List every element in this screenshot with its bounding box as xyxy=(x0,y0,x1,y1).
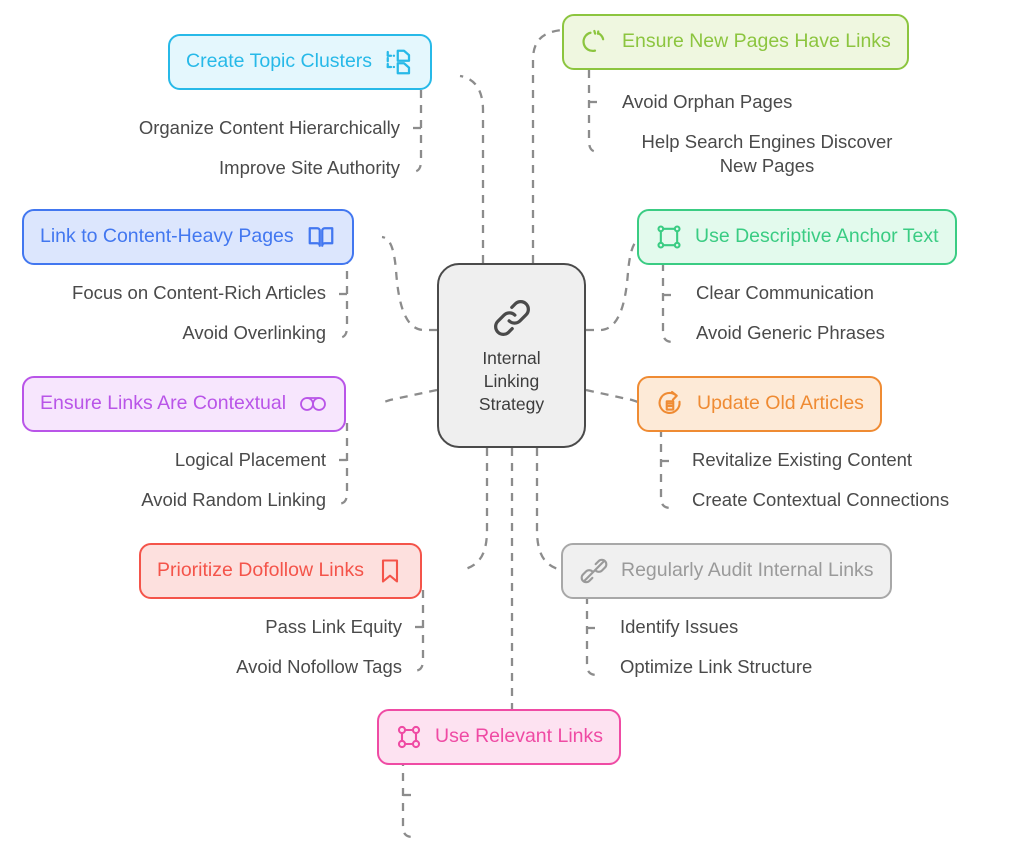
link-chain-icon xyxy=(489,295,535,341)
sub-label-improve-authority: Improve Site Authority xyxy=(219,157,400,178)
connector-center-to-topic-clusters xyxy=(459,74,485,263)
sub-label-pass-link-equity: Pass Link Equity xyxy=(265,616,402,637)
node-update-old-articles[interactable]: Update Old Articles xyxy=(637,376,882,432)
connector-center-to-anchor-text xyxy=(586,236,642,332)
node-create-topic-clusters[interactable]: Create Topic Clusters xyxy=(168,34,433,90)
substem-dofollow xyxy=(411,590,425,673)
broken-link-icon xyxy=(579,556,609,586)
substem-contextual xyxy=(335,423,349,506)
sub-label-clear-communication: Clear Communication xyxy=(696,282,874,303)
sparkle-loader-icon xyxy=(580,27,610,57)
sub-label-help-search-engines: Help Search Engines Discover New Pages xyxy=(641,131,893,176)
substem-audit xyxy=(585,596,599,677)
center-node-label: Internal Linking Strategy xyxy=(478,347,545,415)
node-use-descriptive-anchor-text[interactable]: Use Descriptive Anchor Text xyxy=(637,209,957,265)
sub-label-create-contextual-connections: Create Contextual Connections xyxy=(692,489,950,510)
node-label: Create Topic Clusters xyxy=(186,50,373,73)
substem-update-old xyxy=(659,429,673,510)
node-label: Link to Content-Heavy Pages xyxy=(40,225,294,248)
sub-label-avoid-random-linking: Avoid Random Linking xyxy=(141,489,326,510)
sitemap-icon xyxy=(384,47,414,77)
node-label: Ensure New Pages Have Links xyxy=(622,30,891,53)
connector-center-to-content-heavy xyxy=(381,235,437,332)
connector-center-to-audit xyxy=(535,448,562,572)
sub-label-identify-issues: Identify Issues xyxy=(620,616,739,637)
connector-center-to-contextual xyxy=(383,388,438,404)
sub-label-avoid-nofollow-tags: Avoid Nofollow Tags xyxy=(236,656,402,677)
sub-label-avoid-orphan-pages: Avoid Orphan Pages xyxy=(622,91,793,112)
node-use-relevant-links[interactable]: Use Relevant Links xyxy=(377,709,621,765)
refresh-history-icon xyxy=(655,389,685,419)
node-prioritize-dofollow-links[interactable]: Prioritize Dofollow Links xyxy=(139,543,422,599)
node-label: Regularly Audit Internal Links xyxy=(621,559,874,582)
sub-label-logical-placement: Logical Placement xyxy=(174,449,326,470)
connector-center-to-dofollow xyxy=(461,448,489,572)
node-label: Use Relevant Links xyxy=(435,725,603,748)
sub-label-avoid-generic-phrases: Avoid Generic Phrases xyxy=(696,322,885,343)
substem-new-pages xyxy=(587,70,601,154)
substem-relevant xyxy=(401,758,415,839)
substem-anchor-text xyxy=(661,263,675,344)
substem-content-heavy xyxy=(335,256,349,340)
open-book-icon xyxy=(306,222,336,252)
connector-center-to-new-pages xyxy=(531,28,563,263)
sub-label-content-rich-articles: Focus on Content-Rich Articles xyxy=(72,282,326,303)
node-label: Update Old Articles xyxy=(697,392,864,415)
infinity-link-icon xyxy=(298,393,328,415)
node-ensure-links-are-contextual[interactable]: Ensure Links Are Contextual xyxy=(22,376,347,432)
center-node[interactable]: Internal Linking Strategy xyxy=(437,263,586,448)
sub-label-optimize-link-structure: Optimize Link Structure xyxy=(620,656,813,677)
connector-center-to-update-old xyxy=(585,388,639,404)
node-label: Use Descriptive Anchor Text xyxy=(695,225,939,248)
selection-box-icon xyxy=(655,223,683,251)
node-label: Ensure Links Are Contextual xyxy=(40,392,287,415)
sub-label-organize-content: Organize Content Hierarchically xyxy=(138,117,400,138)
command-key-icon xyxy=(395,723,423,751)
sub-label-avoid-overlinking: Avoid Overlinking xyxy=(182,322,326,343)
node-ensure-new-pages-have-links[interactable]: Ensure New Pages Have Links xyxy=(562,14,909,70)
bookmark-icon xyxy=(376,557,404,585)
node-label: Prioritize Dofollow Links xyxy=(157,559,364,582)
node-link-to-content-heavy-pages[interactable]: Link to Content-Heavy Pages xyxy=(22,209,354,265)
mindmap-canvas: Internal Linking Strategy Create Topic C… xyxy=(0,0,1024,847)
substem-topic-clusters xyxy=(409,90,423,174)
node-regularly-audit-internal-links[interactable]: Regularly Audit Internal Links xyxy=(561,543,892,599)
sub-label-revitalize-existing-content: Revitalize Existing Content xyxy=(692,449,913,470)
